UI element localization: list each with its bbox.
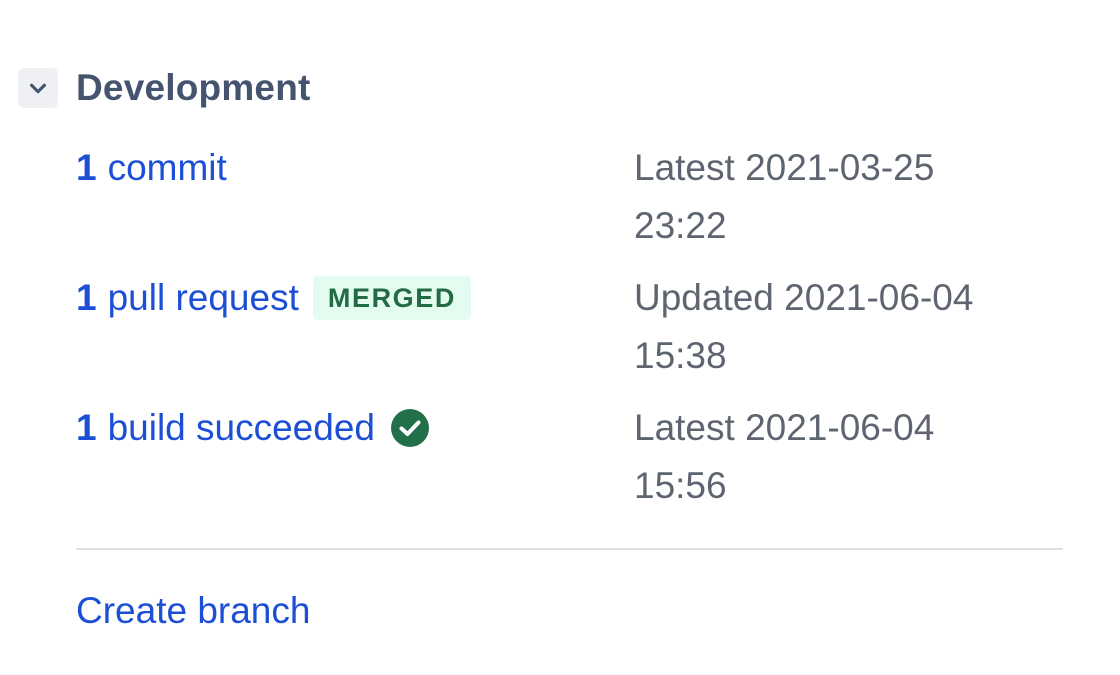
commits-count: 1: [76, 147, 97, 188]
builds-label: build succeeded: [107, 407, 375, 448]
pull-requests-meta-line1: Updated 2021-06-04: [634, 277, 974, 318]
builds-link[interactable]: 1 build succeeded: [76, 399, 430, 457]
collapse-toggle-button[interactable]: [18, 68, 58, 108]
pull-requests-count: 1: [76, 277, 97, 318]
pull-requests-timestamp: Updated 2021-06-04 15:38: [634, 269, 1074, 385]
development-panel: Development 1 commit Latest 2021-03-25 2…: [0, 0, 1120, 675]
commits-meta-line2: 23:22: [634, 205, 727, 246]
builds-meta-line1: Latest 2021-06-04: [634, 407, 935, 448]
builds-count: 1: [76, 407, 97, 448]
chevron-down-icon: [30, 83, 46, 94]
builds-meta-line2: 15:56: [634, 465, 727, 506]
commits-label: commit: [107, 147, 227, 188]
commits-meta-line1: Latest 2021-03-25: [634, 147, 935, 188]
commits-timestamp: Latest 2021-03-25 23:22: [634, 139, 1074, 255]
builds-timestamp: Latest 2021-06-04 15:56: [634, 399, 1074, 515]
pull-requests-meta-line2: 15:38: [634, 335, 727, 376]
divider: [76, 548, 1063, 550]
pull-requests-label: pull request: [107, 277, 299, 318]
commits-link[interactable]: 1 commit: [76, 139, 227, 197]
section-title: Development: [76, 67, 311, 108]
create-branch-link[interactable]: Create branch: [76, 582, 310, 640]
merged-status-badge: MERGED: [312, 276, 471, 320]
development-header: Development: [18, 67, 311, 108]
check-circle-icon: [390, 408, 430, 448]
pull-requests-link[interactable]: 1 pull request MERGED: [76, 269, 471, 327]
